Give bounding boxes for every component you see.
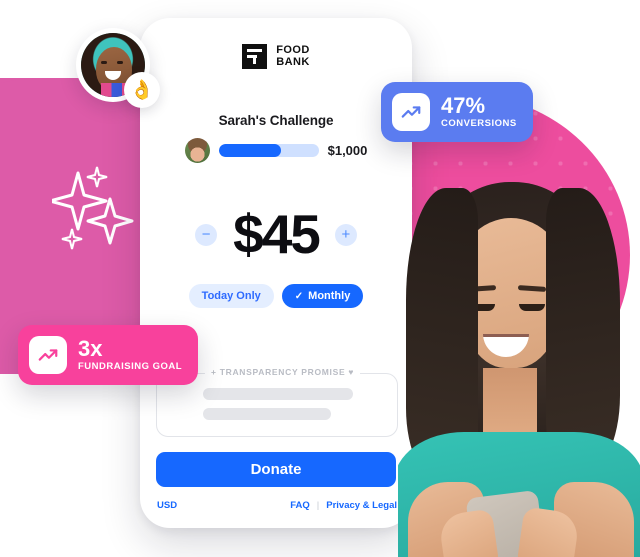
frequency-toggle: Today Only ✓ Monthly xyxy=(140,284,412,308)
stat-value-conversions: 47% xyxy=(441,92,486,118)
brand-logo-line2: BANK xyxy=(276,55,310,68)
sarah-avatar-icon xyxy=(184,138,210,163)
brand-logo-text: FOOD BANK xyxy=(276,44,310,68)
stat-caption-conversions: CONVERSIONS xyxy=(441,117,517,129)
challenge-progress-row: $1,000 xyxy=(140,138,412,163)
amount-stepper: − $45 + xyxy=(140,207,412,262)
stat-caption-fundraising: FUNDRAISING GOAL xyxy=(78,360,183,372)
stat-badge-conversions: 47% CONVERSIONS xyxy=(381,82,533,142)
challenge-goal-amount: $1,000 xyxy=(327,143,368,158)
progress-bar-fill xyxy=(218,144,281,157)
frequency-monthly-label: Monthly xyxy=(308,290,351,302)
donation-amount-value: $45 xyxy=(233,203,321,265)
currency-link[interactable]: USD xyxy=(157,500,177,511)
progress-bar xyxy=(218,144,319,157)
donate-button[interactable]: Donate xyxy=(156,452,396,487)
placeholder-line xyxy=(203,408,331,420)
brand-logo: FOOD BANK xyxy=(140,44,412,69)
donation-card: FOOD BANK Sarah's Challenge $1,000 − $45… xyxy=(140,18,412,528)
food-bank-logo-mark-icon xyxy=(242,44,268,69)
placeholder-line xyxy=(203,388,353,400)
card-footer: USD FAQ | Privacy & Legal xyxy=(157,500,397,511)
challenge-title: Sarah's Challenge xyxy=(218,113,334,128)
faq-link[interactable]: FAQ xyxy=(290,500,310,511)
trending-up-icon xyxy=(29,336,67,374)
brand-logo-line1: FOOD xyxy=(276,44,310,56)
illustration-canvas: FOOD BANK Sarah's Challenge $1,000 − $45… xyxy=(0,0,640,557)
footer-divider: | xyxy=(316,500,320,511)
frequency-today-only-button[interactable]: Today Only xyxy=(188,284,274,308)
stat-value-fundraising: 3x xyxy=(78,335,103,361)
ok-hand-emoji-icon: 👌 xyxy=(124,72,160,108)
trending-up-icon xyxy=(392,93,430,131)
increase-amount-button[interactable]: + xyxy=(334,223,357,246)
woman-with-phone-photo xyxy=(398,182,640,557)
decrease-amount-button[interactable]: − xyxy=(195,223,218,246)
transparency-promise-label: + TRANSPARENCY PROMISE ♥ xyxy=(205,367,361,377)
check-icon: ✓ xyxy=(294,290,304,302)
transparency-promise-box: + TRANSPARENCY PROMISE ♥ xyxy=(156,367,398,437)
privacy-legal-link[interactable]: Privacy & Legal xyxy=(326,500,397,511)
stat-badge-fundraising: 3x FUNDRAISING GOAL xyxy=(18,325,199,385)
sparkle-stars-icon xyxy=(48,165,138,256)
frequency-monthly-button[interactable]: ✓ Monthly xyxy=(281,284,364,308)
